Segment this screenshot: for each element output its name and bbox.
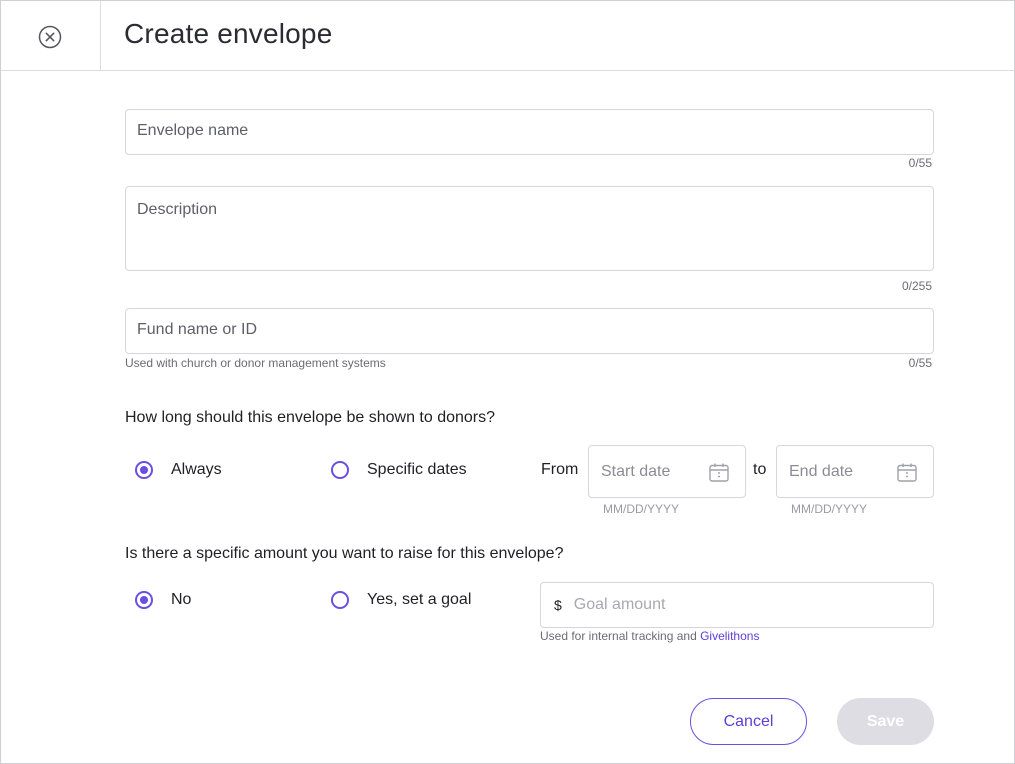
currency-symbol: $ [554, 597, 562, 613]
end-date-hint: MM/DD/YYYY [791, 502, 868, 516]
dialog-frame: Create envelope 0/55 0/255 Used with chu… [0, 0, 1015, 764]
save-button[interactable]: Save [837, 698, 934, 745]
fund-helper-text: Used with church or donor management sys… [125, 356, 386, 370]
goal-amount-field[interactable]: $ [540, 582, 934, 628]
to-label: to [753, 461, 767, 478]
goal-question: Is there a specific amount you want to r… [125, 545, 564, 562]
description-input[interactable] [137, 201, 922, 257]
dialog-header: Create envelope [1, 1, 1015, 71]
calendar-icon[interactable] [897, 463, 917, 482]
radio-circle[interactable] [331, 591, 349, 609]
calendar-icon[interactable] [709, 463, 729, 482]
fund-input[interactable] [137, 321, 922, 339]
start-date-field[interactable] [588, 445, 746, 498]
radio-set-goal[interactable]: Yes, set a goal [331, 591, 471, 609]
radio-circle[interactable] [135, 591, 153, 609]
cancel-button[interactable]: Cancel [690, 698, 807, 745]
start-date-input[interactable] [601, 462, 701, 481]
envelope-name-input[interactable] [137, 122, 922, 140]
radio-circle[interactable] [135, 461, 153, 479]
close-circle-icon[interactable] [38, 25, 62, 49]
start-date-hint: MM/DD/YYYY [603, 502, 680, 516]
goal-helper-text: Used for internal tracking and Givelitho… [540, 629, 759, 643]
close-cell [1, 1, 101, 70]
fund-field[interactable] [125, 308, 934, 354]
end-date-field[interactable] [776, 445, 934, 498]
page-title: Create envelope [124, 18, 333, 49]
goal-helper-prefix: Used for internal tracking and [540, 629, 701, 643]
fund-counter: 0/55 [908, 356, 932, 370]
radio-always-label: Always [171, 461, 222, 478]
goal-amount-input[interactable] [573, 596, 920, 614]
radio-specific-dates-label: Specific dates [367, 461, 467, 478]
envelope-name-counter: 0/55 [908, 156, 932, 170]
radio-circle[interactable] [331, 461, 349, 479]
givelithons-link[interactable]: Givelithons [700, 629, 759, 643]
radio-no-goal[interactable]: No [135, 591, 191, 609]
radio-specific-dates[interactable]: Specific dates [331, 461, 467, 479]
radio-always[interactable]: Always [135, 461, 222, 479]
radio-set-goal-label: Yes, set a goal [367, 591, 472, 608]
from-label: From [541, 461, 579, 478]
description-counter: 0/255 [901, 279, 932, 293]
description-field[interactable] [125, 186, 934, 271]
duration-question: How long should this envelope be shown t… [125, 409, 496, 426]
radio-no-goal-label: No [171, 591, 192, 608]
end-date-input[interactable] [789, 462, 889, 481]
envelope-name-field[interactable] [125, 109, 934, 155]
